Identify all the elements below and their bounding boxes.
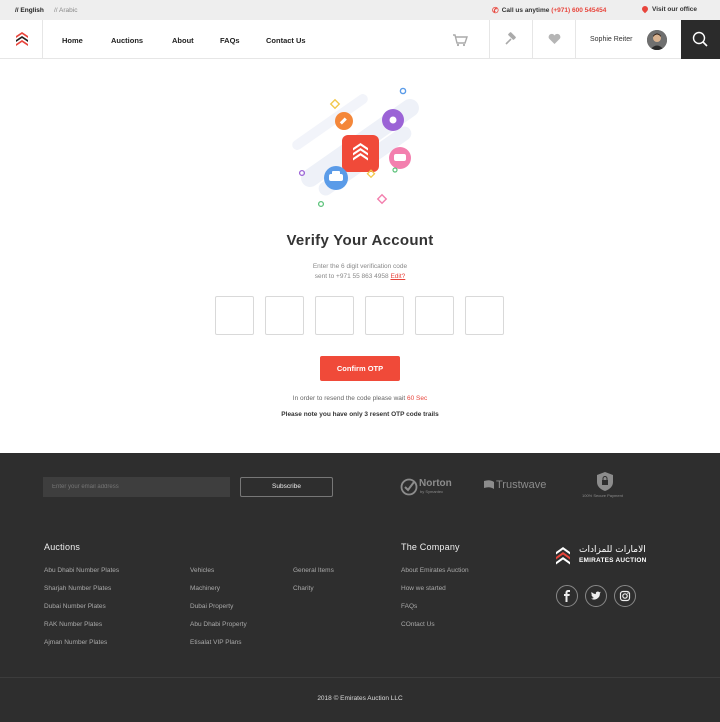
confirm-otp-button[interactable]: Confirm OTP (320, 356, 400, 381)
brand-logo-icon (16, 32, 28, 46)
nav-item-faqs[interactable]: FAQs (220, 36, 240, 45)
gavel-icon (505, 32, 516, 45)
otp-digit-input[interactable] (315, 296, 354, 335)
footer-link[interactable]: How we started (401, 585, 446, 592)
footer-link[interactable]: COntact Us (401, 621, 435, 628)
footer-link[interactable]: Sharjah Number Plates (44, 585, 111, 592)
location-pin-icon (640, 4, 650, 14)
attempts-note: Please note you have only 3 resent OTP c… (281, 411, 439, 418)
footer-link[interactable]: Etisalat VIP Plans (190, 639, 242, 646)
auctions-heading: Auctions (44, 542, 81, 552)
visit-office-label: Visit our office (652, 6, 698, 13)
avatar (647, 30, 667, 50)
newsletter-email-input[interactable] (43, 477, 230, 497)
resend-countdown: 60 Sec (406, 395, 428, 402)
footer-link[interactable]: Machinery (190, 585, 220, 592)
secure-lock-icon (597, 472, 613, 491)
norton-check-icon (400, 478, 418, 496)
footer-link[interactable]: FAQs (401, 603, 417, 610)
instagram-button[interactable] (614, 585, 636, 607)
nav-item-contact-us[interactable]: Contact Us (266, 36, 306, 45)
verification-illustration (292, 87, 419, 208)
secure-payment-label: 100% Secure Payment (582, 493, 623, 498)
secure-payment-badge: 100% Secure Payment (582, 471, 628, 498)
footer-link[interactable]: General Items (293, 567, 334, 574)
phone-icon: ✆ (492, 6, 499, 15)
brand-english-name: EMIRATES AUCTION (579, 557, 647, 564)
sent-to-line: sent to +971 55 863 4958 Edit? (0, 273, 720, 280)
subscribe-button[interactable]: Subscribe (240, 477, 333, 497)
facebook-icon (564, 590, 570, 602)
footer-link[interactable]: RAK Number Plates (44, 621, 102, 628)
heart-icon (548, 33, 561, 44)
footer-link[interactable]: Dubai Property (190, 603, 233, 610)
edit-number-link[interactable]: Edit? (390, 273, 405, 280)
nav-item-about[interactable]: About (172, 36, 194, 45)
otp-digit-input[interactable] (265, 296, 304, 335)
trustwave-label: Trustwave (496, 479, 547, 491)
footer-divider (0, 677, 720, 678)
trustwave-flag-icon (484, 480, 494, 489)
brand-logo-icon (556, 547, 570, 565)
instruction-text: Enter the 6 digit verification code (312, 263, 408, 270)
footer: Subscribe Norton by Symantec Trustwave 1… (0, 453, 720, 722)
call-us-label: Call us anytime (501, 7, 550, 14)
language-english-link[interactable]: // English (15, 7, 44, 14)
language-arabic-link[interactable]: // Arabic (54, 7, 77, 14)
main-nav: Home Auctions About FAQs Contact Us Soph… (0, 20, 720, 59)
brand-arabic-name: الامارات للمزادات (579, 545, 646, 555)
footer-link[interactable]: About Emirates Auction (401, 567, 469, 574)
otp-digit-input[interactable] (365, 296, 404, 335)
footer-brand-logo: الامارات للمزادات EMIRATES AUCTION (555, 545, 655, 567)
search-button[interactable] (681, 20, 720, 59)
footer-link[interactable]: Abu Dhabi Property (190, 621, 247, 628)
footer-link[interactable]: Dubai Number Plates (44, 603, 106, 610)
twitter-icon (591, 591, 601, 600)
cart-button[interactable] (437, 20, 489, 59)
norton-label: Norton (419, 478, 452, 489)
cart-icon (453, 34, 468, 47)
logo-link[interactable] (0, 20, 43, 59)
resend-text: In order to resend the code please wait (292, 395, 406, 402)
twitter-button[interactable] (585, 585, 607, 607)
nav-item-auctions[interactable]: Auctions (111, 36, 143, 45)
facebook-button[interactable] (556, 585, 578, 607)
copyright-text: 2018 © Emirates Auction LLC (317, 695, 403, 702)
otp-digit-input[interactable] (465, 296, 504, 335)
user-profile-menu[interactable]: Sophie Reiter (575, 20, 681, 59)
top-bar: // English // Arabic ✆ Call us anytime (+… (0, 0, 720, 20)
resend-info: In order to resend the code please wait … (0, 395, 720, 402)
company-heading: The Company (401, 542, 460, 552)
otp-digit-input[interactable] (415, 296, 454, 335)
footer-link[interactable]: Abu Dhabi Number Plates (44, 567, 119, 574)
user-name: Sophie Reiter (590, 36, 633, 43)
favorites-button[interactable] (532, 20, 575, 59)
norton-sub-label: by Symantec (420, 489, 444, 494)
footer-link[interactable]: Ajman Number Plates (44, 639, 107, 646)
call-us-link[interactable]: ✆ Call us anytime (+971) 600 545454 (492, 6, 606, 15)
page-title: Verify Your Account (286, 232, 434, 249)
nav-item-home[interactable]: Home (62, 36, 83, 45)
instagram-icon (619, 590, 631, 602)
my-bids-button[interactable] (489, 20, 532, 59)
search-icon (692, 31, 708, 47)
otp-digit-input[interactable] (215, 296, 254, 335)
phone-number: (+971) 600 545454 (551, 7, 607, 14)
visit-office-link[interactable]: Visit our office (640, 4, 698, 14)
footer-link[interactable]: Charity (293, 585, 314, 592)
sent-to-text: sent to +971 55 863 4958 (314, 273, 389, 280)
footer-link[interactable]: Vehicles (190, 567, 214, 574)
